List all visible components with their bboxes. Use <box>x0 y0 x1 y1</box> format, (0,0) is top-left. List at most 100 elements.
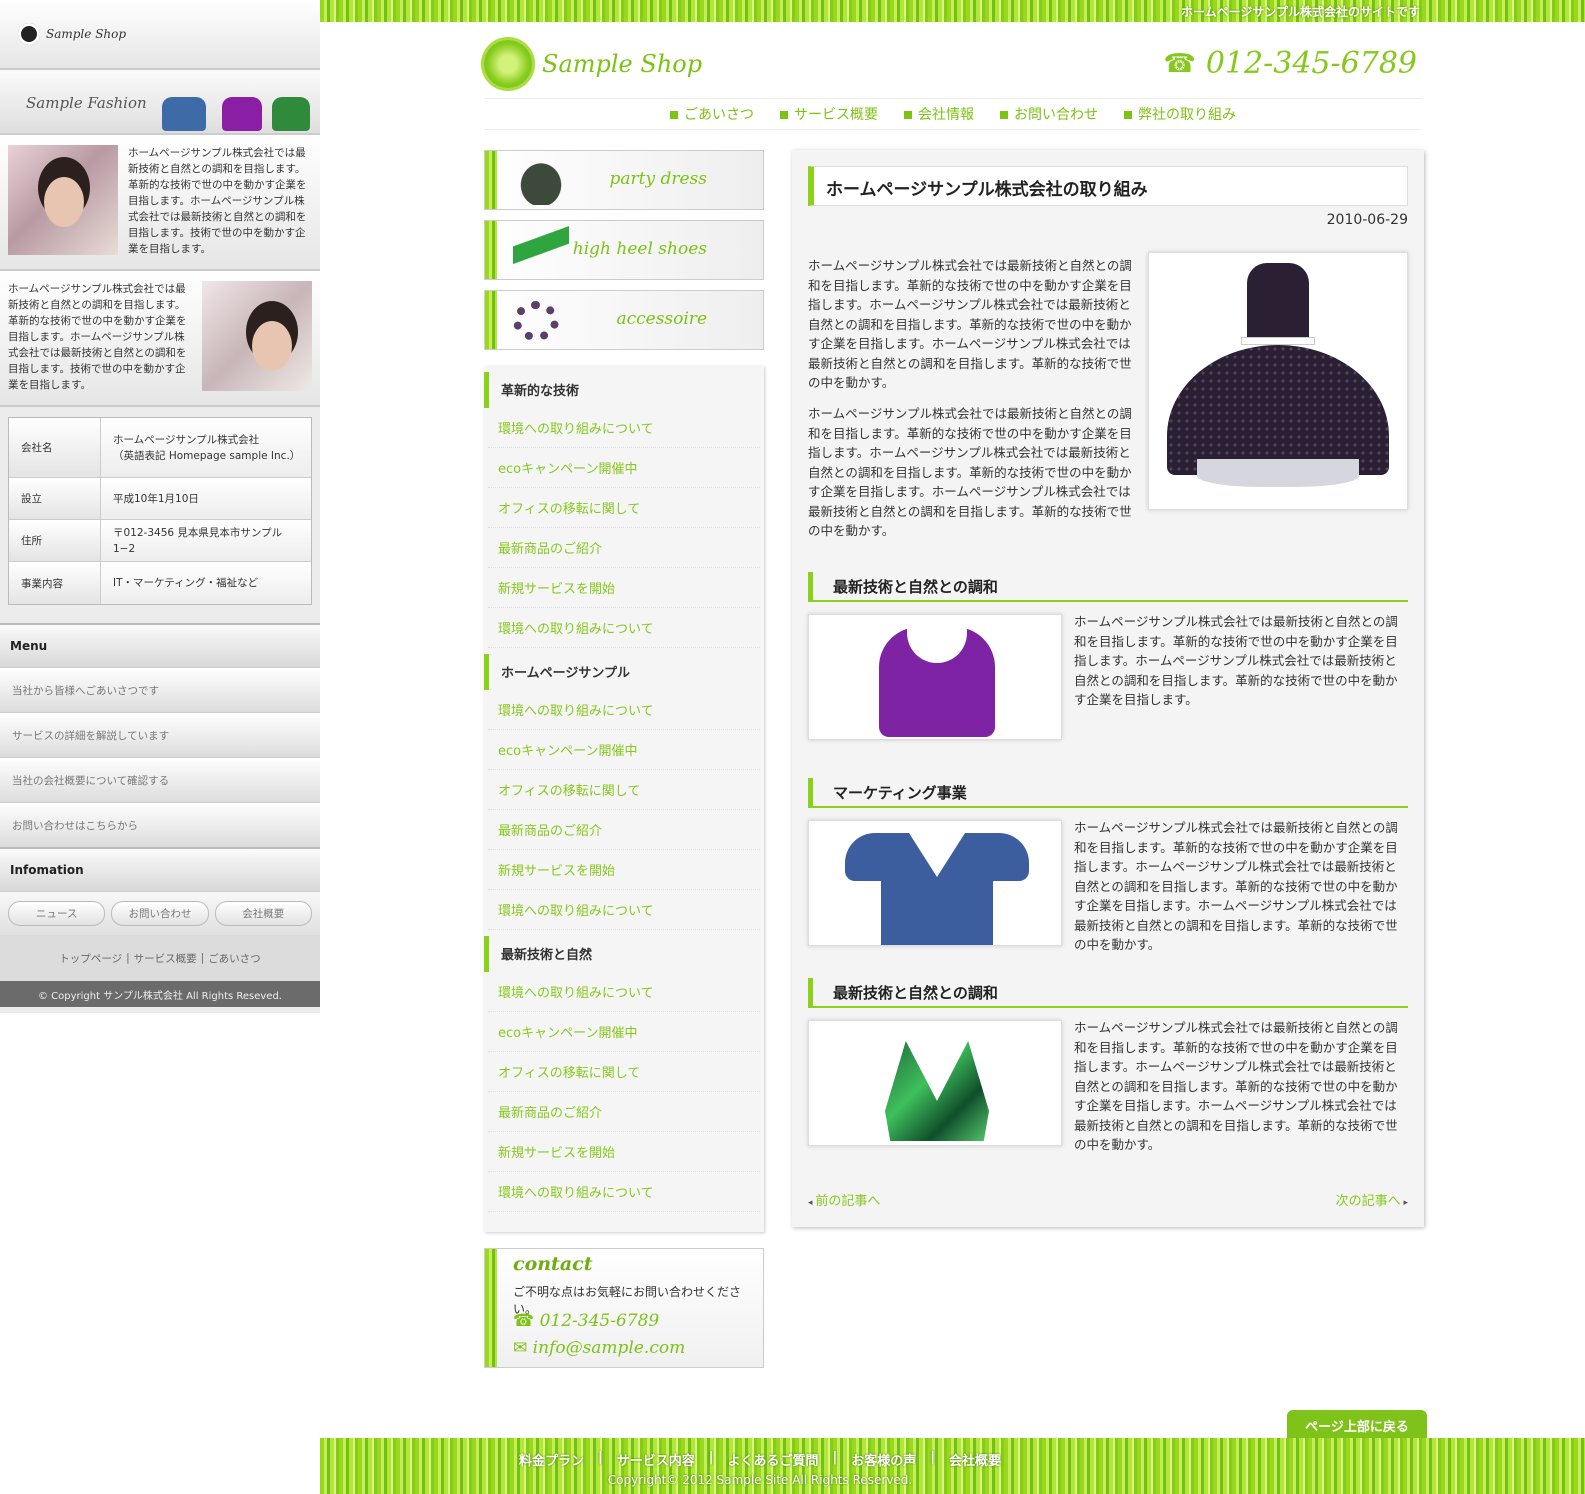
article-paragraph-1: ホームページサンプル株式会社では最新技術と自然との調和を目指します。革新的な技術… <box>808 258 1132 390</box>
header-phone-number: 012-345-6789 <box>1205 46 1417 81</box>
sidebar-menu-item[interactable]: サービスの詳細を解説しています <box>0 712 320 757</box>
global-nav-label: ごあいさつ <box>684 107 754 123</box>
sub-menu-item[interactable]: 環境への取り組みについて <box>488 690 760 730</box>
footer-nav-link[interactable]: 料金プラン <box>519 1450 584 1469</box>
sub-menu-item[interactable]: 最新商品のご紹介 <box>488 1092 760 1132</box>
phone-icon: ☎ <box>1163 48 1196 79</box>
sub-menu-item[interactable]: 最新商品のご紹介 <box>488 528 760 568</box>
company-value: 〒012-3456 見本県見本市サンプル1−2 <box>101 520 311 561</box>
sub-menu-item[interactable]: 新規サービスを開始 <box>488 850 760 890</box>
company-table-wrap: 会社名 ホームページサンプル株式会社 （英語表記 Homepage sample … <box>0 417 320 623</box>
banner-party-dress[interactable]: party dress <box>484 150 764 210</box>
info-button[interactable]: ニュース <box>8 901 106 926</box>
global-nav-item[interactable]: サービス概要 <box>780 104 878 124</box>
banner-accessoire[interactable]: accessoire <box>484 290 764 350</box>
company-key: 住所 <box>9 520 101 561</box>
sub-menu-item[interactable]: 環境への取り組みについて <box>488 608 760 648</box>
separator: | <box>930 1450 936 1465</box>
back-to-top-button[interactable]: ページ上部に戻る <box>1287 1410 1427 1440</box>
footer-nav-link[interactable]: 会社概要 <box>949 1450 1001 1469</box>
contact-email[interactable]: ✉ info@sample.com <box>513 1338 685 1358</box>
global-nav-item[interactable]: 弊社の取り組み <box>1124 104 1236 124</box>
company-key: 会社名 <box>9 418 101 477</box>
article-paragraph-2: ホームページサンプル株式会社では最新技術と自然との調和を目指します。革新的な技術… <box>808 406 1132 538</box>
profile-block-2: ホームページサンプル株式会社では最新技術と自然との調和を目指します。革新的な技術… <box>0 271 320 407</box>
banner-label: party dress <box>609 169 707 189</box>
sub-menu-item[interactable]: 環境への取り組みについて <box>488 890 760 930</box>
sub-menu-heading: 革新的な技術 <box>484 372 764 408</box>
sidebar-logo[interactable]: Sample Shop <box>0 0 320 70</box>
sub-menu-item[interactable]: 新規サービスを開始 <box>488 1132 760 1172</box>
site-logo[interactable]: Sample Shop <box>484 40 702 88</box>
global-nav-item[interactable]: 会社情報 <box>904 104 974 124</box>
section-title-2: マーケティング事業 <box>808 778 1408 808</box>
company-table-row: 事業内容 IT・マーケティング・福祉など <box>9 562 311 604</box>
contact-title: contact <box>513 1253 593 1275</box>
main-article: ホームページサンプル株式会社の取り組み 2010-06-29 ホームページサンプ… <box>792 150 1424 1227</box>
sub-menu-item[interactable]: 環境への取り組みについて <box>488 408 760 448</box>
sub-menu-item[interactable]: 環境への取り組みについて <box>488 1172 760 1212</box>
menu-heading: Menu <box>0 623 320 667</box>
separator: | <box>597 1450 603 1465</box>
sidebar: Sample Shop Sample Fashion ホームページサンプル株式会… <box>0 0 320 1013</box>
mail-icon: ✉ <box>513 1338 533 1358</box>
sidebar-menu-item[interactable]: 当社の会社概要について確認する <box>0 757 320 802</box>
fashion-label: Sample Fashion <box>26 94 147 112</box>
sub-menu-item[interactable]: オフィスの移転に関して <box>488 488 760 528</box>
sub-menu-item[interactable]: ecoキャンペーン開催中 <box>488 448 760 488</box>
sub-menu-item[interactable]: 新規サービスを開始 <box>488 568 760 608</box>
sidebar-copyright: © Copyright サンプル株式会社 All Rights Reseved. <box>0 981 320 1007</box>
site-logo-text: Sample Shop <box>542 50 703 78</box>
banner-high-heel-shoes[interactable]: high heel shoes <box>484 220 764 280</box>
banner-label: high heel shoes <box>572 239 707 259</box>
footer-nav-link[interactable]: お客様の声 <box>851 1450 916 1469</box>
separator: | <box>126 952 130 964</box>
blue-top-thumbnail <box>162 97 206 131</box>
sidebar-menu-item[interactable]: お問い合わせはこちらから <box>0 802 320 847</box>
profile-text-2: ホームページサンプル株式会社では最新技術と自然との調和を目指します。革新的な技術… <box>8 283 187 391</box>
sub-menu-item[interactable]: ecoキャンペーン開催中 <box>488 1012 760 1052</box>
company-value: IT・マーケティング・福祉など <box>101 562 311 604</box>
sub-menu-item[interactable]: オフィスの移転に関して <box>488 770 760 810</box>
sub-menu-item[interactable]: 最新商品のご紹介 <box>488 810 760 850</box>
global-nav-item[interactable]: お問い合わせ <box>1000 104 1098 124</box>
square-bullet-icon <box>1124 111 1132 119</box>
profile-text-1: ホームページサンプル株式会社では最新技術と自然との調和を目指します。革新的な技術… <box>128 147 307 255</box>
section-text-3: ホームページサンプル株式会社では最新技術と自然との調和を目指します。革新的な技術… <box>1074 1020 1398 1152</box>
info-button[interactable]: お問い合わせ <box>111 901 209 926</box>
section-title-3: 最新技術と自然との調和 <box>808 978 1408 1008</box>
section-text-2: ホームページサンプル株式会社では最新技術と自然との調和を目指します。革新的な技術… <box>1074 820 1398 952</box>
green-top-photo <box>808 1020 1062 1146</box>
sidebar-footer-link[interactable]: ごあいさつ <box>208 951 261 966</box>
sidebar-menu-item[interactable]: 当社から皆様へごあいさつです <box>0 667 320 712</box>
global-nav-label: お問い合わせ <box>1014 107 1098 123</box>
fashion-banner[interactable]: Sample Fashion <box>0 70 320 135</box>
footer-copyright: Copyright© 2012 Sample Site All Rights R… <box>607 1473 913 1487</box>
contact-email-address: info@sample.com <box>532 1338 686 1358</box>
company-table-row: 会社名 ホームページサンプル株式会社 （英語表記 Homepage sample … <box>9 418 311 478</box>
sidebar-footer-link[interactable]: トップページ <box>59 951 122 966</box>
prev-article-link[interactable]: ◂ 前の記事へ <box>808 1190 880 1209</box>
top-stripe-bar: ホームページサンプル株式会社のサイトです <box>320 0 1585 22</box>
info-button[interactable]: 会社概要 <box>214 901 312 926</box>
profile-block-1: ホームページサンプル株式会社では最新技術と自然との調和を目指します。革新的な技術… <box>0 135 320 271</box>
square-bullet-icon <box>904 111 912 119</box>
footer-nav-link[interactable]: サービス内容 <box>617 1450 695 1469</box>
footer-nav-link[interactable]: よくあるご質問 <box>727 1450 818 1469</box>
sub-menu-item[interactable]: ecoキャンペーン開催中 <box>488 730 760 770</box>
green-top-thumbnail <box>272 97 310 131</box>
sub-menu-item[interactable]: 環境への取り組みについて <box>488 972 760 1012</box>
global-nav-label: 弊社の取り組み <box>1138 107 1236 123</box>
global-nav-label: 会社情報 <box>918 107 974 123</box>
sidebar-logo-text: Sample Shop <box>46 27 127 41</box>
next-article-link[interactable]: 次の記事へ ▸ <box>1336 1190 1408 1209</box>
bracelet-icon <box>513 301 559 341</box>
prev-article-label: 前の記事へ <box>815 1194 881 1209</box>
sub-menu: 革新的な技術 環境への取り組みについて ecoキャンペーン開催中 オフィスの移転に関し… <box>484 366 764 1232</box>
sidebar-footer-link[interactable]: サービス概要 <box>134 951 197 966</box>
flower-icon <box>18 23 40 45</box>
global-nav-item[interactable]: ごあいさつ <box>670 104 754 124</box>
sub-menu-item[interactable]: オフィスの移転に関して <box>488 1052 760 1092</box>
section-text-1: ホームページサンプル株式会社では最新技術と自然との調和を目指します。革新的な技術… <box>1074 614 1398 707</box>
company-value: ホームページサンプル株式会社 （英語表記 Homepage sample Inc… <box>101 418 311 477</box>
